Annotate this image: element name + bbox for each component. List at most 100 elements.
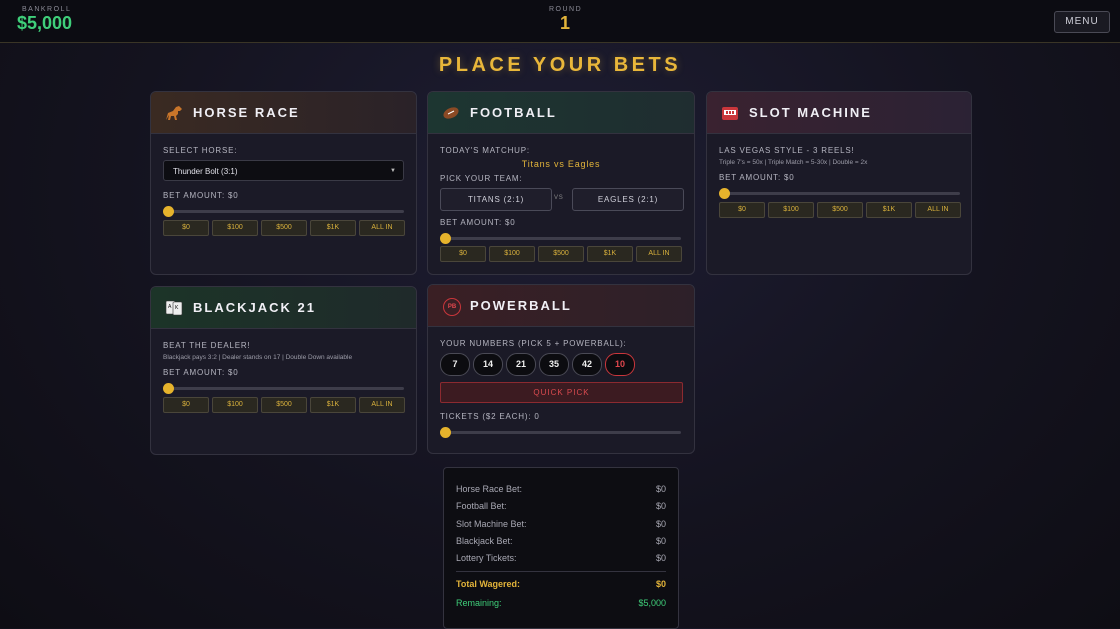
lottery-ball-2[interactable]: 14 [473,353,503,376]
horse-race-card: HORSE RACE SELECT HORSE: Thunder Bolt (3… [150,91,417,275]
vs-label: VS [554,195,564,201]
horse-chip-all-in[interactable]: ALL IN [359,220,405,236]
summary-label: Lottery Tickets: [456,553,517,563]
blackjack-bet-slider[interactable] [165,387,404,390]
summary-row-slot: Slot Machine Bet: $0 [456,519,666,529]
page-title: PLACE YOUR BETS [438,54,682,76]
summary-label: Slot Machine Bet: [456,519,527,529]
summary-value: $0 [655,553,666,563]
tickets-label: TICKETS ($2 EACH): 0 [440,412,540,421]
football-header: FOOTBALL [428,92,694,134]
slot-chip-all-in[interactable]: ALL IN [915,202,961,218]
powerball-header: PB POWERBALL [428,285,694,327]
lottery-ball-4[interactable]: 35 [539,353,569,376]
summary-remaining-row: Remaining: $5,000 [456,598,666,608]
lottery-ball-1[interactable]: 7 [440,353,470,376]
horse-bet-label: BET AMOUNT: $0 [163,191,239,200]
horse-chip-0[interactable]: $0 [163,220,209,236]
svg-text:A: A [168,304,172,310]
summary-value: $0 [655,519,666,529]
blackjack-rules: Blackjack pays 3:2 | Dealer stands on 17… [163,354,353,361]
summary-label: Horse Race Bet: [456,484,523,494]
slot-chip-1k[interactable]: $1K [866,202,912,218]
blackjack-chip-all-in[interactable]: ALL IN [359,397,405,413]
slot-chip-100[interactable]: $100 [768,202,814,218]
football-title: FOOTBALL [470,105,557,120]
blackjack-header: AK BLACKJACK 21 [151,287,416,329]
powerball-icon-text: PB [447,304,457,310]
summary-row-horse: Horse Race Bet: $0 [456,484,666,494]
remaining-label: Remaining: [456,598,502,608]
summary-label: Blackjack Bet: [456,536,513,546]
slot-machine-icon [720,103,740,123]
slot-bet-slider-knob[interactable] [719,188,730,199]
football-chip-0[interactable]: $0 [440,246,486,262]
slot-payouts: Triple 7's = 50x | Triple Match = 5-30x … [719,159,868,166]
select-horse-label: SELECT HORSE: [163,146,238,155]
slot-bet-label: BET AMOUNT: $0 [719,173,795,182]
horse-chip-500[interactable]: $500 [261,220,307,236]
tickets-slider-knob[interactable] [440,427,451,438]
bankroll-label: BANKROLL [22,6,72,13]
blackjack-title: BLACKJACK 21 [193,300,316,315]
football-chip-1k[interactable]: $1K [587,246,633,262]
football-bet-slider-knob[interactable] [440,233,451,244]
horse-select-value: Thunder Bolt (3:1) [173,167,238,176]
remaining-value: $5,000 [638,598,666,608]
pick-team-label: PICK YOUR TEAM: [440,174,523,183]
slot-subtitle: LAS VEGAS STYLE - 3 REELS! [719,146,855,155]
summary-row-football: Football Bet: $0 [456,501,666,511]
summary-value: $0 [655,484,666,494]
football-bet-label: BET AMOUNT: $0 [440,218,516,227]
summary-row-blackjack: Blackjack Bet: $0 [456,536,666,546]
blackjack-chip-1k[interactable]: $1K [310,397,356,413]
summary-divider [456,571,666,572]
slot-chip-0[interactable]: $0 [719,202,765,218]
slot-chip-500[interactable]: $500 [817,202,863,218]
total-wagered-value: $0 [655,579,666,589]
blackjack-chip-row: $0 $100 $500 $1K ALL IN [163,397,405,413]
menu-button[interactable]: MENU [1054,11,1110,33]
football-icon [441,103,461,123]
summary-value: $0 [655,501,666,511]
blackjack-bet-slider-knob[interactable] [163,383,174,394]
football-chip-100[interactable]: $100 [489,246,535,262]
bankroll-value: $5,000 [17,13,73,33]
horse-bet-slider-knob[interactable] [163,206,174,217]
summary-value: $0 [655,536,666,546]
blackjack-chip-100[interactable]: $100 [212,397,258,413]
blackjack-chip-0[interactable]: $0 [163,397,209,413]
horse-icon [164,103,184,123]
team-eagles-button[interactable]: EAGLES (2:1) [572,188,684,211]
blackjack-chip-500[interactable]: $500 [261,397,307,413]
total-wagered-label: Total Wagered: [456,579,521,589]
quick-pick-button[interactable]: QUICK PICK [440,382,683,403]
powerball-ball[interactable]: 10 [605,353,635,376]
round-value: 1 [560,13,571,33]
slot-machine-header: SLOT MACHINE [707,92,971,134]
horse-bet-slider[interactable] [165,210,404,213]
blackjack-subtitle: BEAT THE DEALER! [163,341,251,350]
top-bar: BANKROLL $5,000 ROUND 1 MENU [0,0,1120,43]
horse-chip-100[interactable]: $100 [212,220,258,236]
powerball-title: POWERBALL [470,298,572,313]
football-chip-row: $0 $100 $500 $1K ALL IN [440,246,682,262]
chevron-down-icon: ▼ [390,168,396,174]
football-card: FOOTBALL TODAY'S MATCHUP: Titans vs Eagl… [427,91,695,275]
horse-chip-row: $0 $100 $500 $1K ALL IN [163,220,405,236]
horse-chip-1k[interactable]: $1K [310,220,356,236]
football-chip-all-in[interactable]: ALL IN [636,246,682,262]
lottery-ball-5[interactable]: 42 [572,353,602,376]
matchup-text: Titans vs Eagles [521,159,601,169]
football-bet-slider[interactable] [442,237,681,240]
tickets-slider[interactable] [442,431,681,434]
team-titans-button[interactable]: TITANS (2:1) [440,188,552,211]
football-chip-500[interactable]: $500 [538,246,584,262]
playing-cards-icon: AK [164,298,184,318]
powerball-card: PB POWERBALL YOUR NUMBERS (PICK 5 + POWE… [427,284,695,454]
slot-bet-slider[interactable] [721,192,960,195]
horse-select[interactable]: Thunder Bolt (3:1) ▼ [163,160,404,181]
horse-race-header: HORSE RACE [151,92,416,134]
lottery-ball-3[interactable]: 21 [506,353,536,376]
horse-race-title: HORSE RACE [193,105,300,120]
